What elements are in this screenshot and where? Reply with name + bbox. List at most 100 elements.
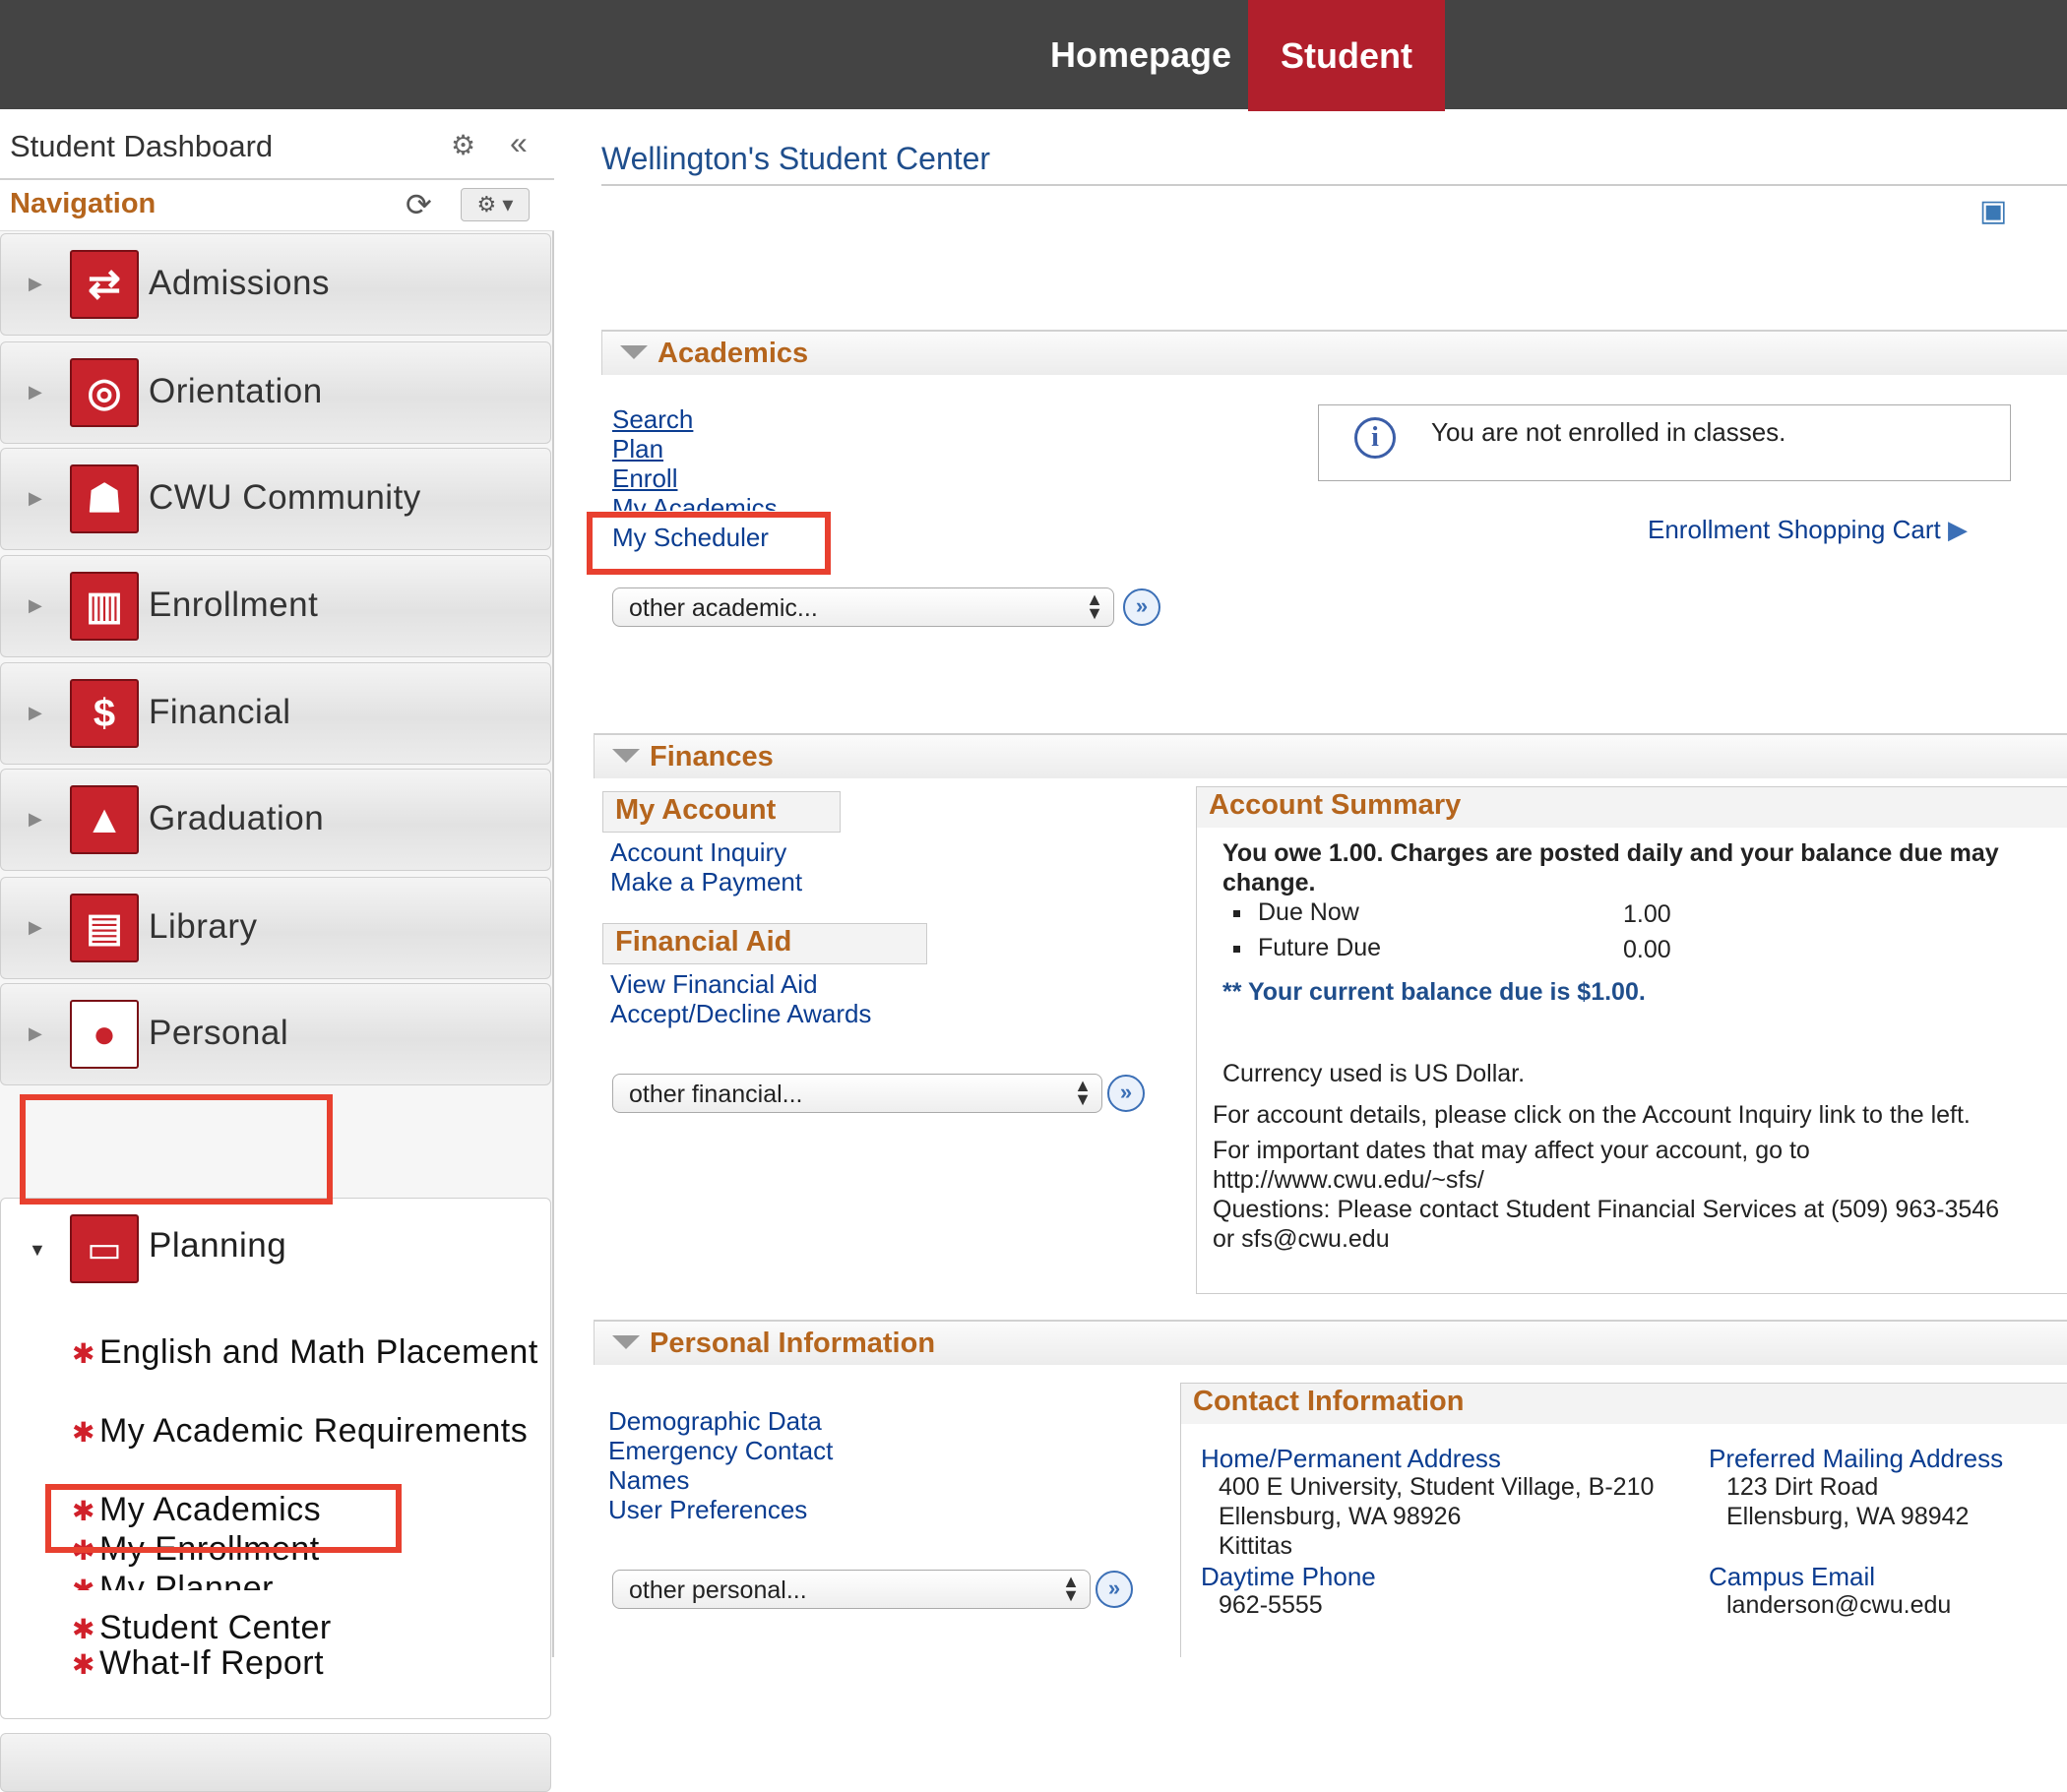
person-icon: ● [70, 1000, 139, 1069]
sfs-email-text: or sfs@cwu.edu [1213, 1225, 1390, 1253]
owe-text-cont: change. [1222, 869, 1316, 896]
plan-link[interactable]: Plan [612, 434, 663, 464]
important-dates-text: For important dates that may affect your… [1213, 1137, 1810, 1164]
tab-homepage[interactable]: Homepage [1034, 0, 1248, 109]
section-title: Finances [650, 741, 774, 772]
select-value: other personal... [629, 1576, 807, 1604]
sub-item-label: What-If Report [98, 1644, 325, 1679]
sidebar-item-label: Graduation [149, 799, 325, 837]
make-payment-link[interactable]: Make a Payment [610, 867, 802, 897]
refresh-icon[interactable]: ⟳ [406, 186, 432, 223]
accept-decline-awards-link[interactable]: Accept/Decline Awards [610, 999, 871, 1029]
my-academics-link[interactable]: My Academics [612, 493, 778, 511]
campus-email-link[interactable]: Campus Email [1709, 1562, 1875, 1592]
sidebar-item-label: Orientation [149, 372, 323, 410]
play-arrow-icon: ▶ [1947, 515, 1968, 544]
sub-item-my-academic-requirements[interactable]: ✱ My Academic Requirements [72, 1411, 528, 1452]
sidebar-item-personal[interactable]: ▶ ● Personal [0, 983, 551, 1085]
sub-item-english-math-placement[interactable]: ✱ English and Math Placement [72, 1332, 538, 1374]
enrollment-shopping-cart-link[interactable]: Enrollment Shopping Cart ▶ [1648, 515, 1968, 545]
sidebar-item-records[interactable] [0, 1733, 551, 1792]
navigation-options-button[interactable]: ⚙ ▾ [461, 188, 530, 221]
library-icon: ▤ [70, 894, 139, 962]
future-due-value: 0.00 [1623, 936, 1671, 963]
projector-icon[interactable]: ▣ [1979, 194, 2007, 228]
names-link[interactable]: Names [608, 1465, 689, 1496]
paw-icon: ✱ [72, 1417, 95, 1448]
daytime-phone-value: 962-5555 [1219, 1591, 1323, 1619]
expand-arrow-icon: ▶ [29, 809, 42, 829]
expand-arrow-icon: ▶ [29, 274, 42, 293]
collapse-triangle-icon [620, 345, 648, 359]
sidebar-item-label: Enrollment [149, 586, 319, 624]
search-link[interactable]: Search [612, 404, 693, 435]
sub-item-label: My Planner [98, 1570, 274, 1590]
page-title: Wellington's Student Center [601, 141, 991, 176]
enroll-link[interactable]: Enroll [612, 463, 677, 494]
select-value: other academic... [629, 594, 818, 622]
other-financial-select[interactable]: other financial... ▲ ▼ [612, 1074, 1102, 1113]
expand-arrow-icon: ▶ [29, 1023, 42, 1043]
settings-gear-icon[interactable]: ⚙ [451, 129, 475, 161]
enrollment-notice: i You are not enrolled in classes. [1318, 404, 2011, 481]
collapse-sidebar-icon[interactable]: « [510, 125, 528, 161]
bullet [1233, 945, 1240, 953]
emergency-contact-link[interactable]: Emergency Contact [608, 1436, 833, 1466]
view-financial-aid-link[interactable]: View Financial Aid [610, 969, 818, 1000]
other-personal-select[interactable]: other personal... ▲ ▼ [612, 1570, 1091, 1609]
dollar-icon: $ [70, 679, 139, 748]
sidebar-item-label: Personal [149, 1014, 289, 1052]
community-icon: ☗ [70, 464, 139, 533]
select-arrows-icon: ▲ ▼ [1086, 589, 1103, 623]
currency-text: Currency used is US Dollar. [1222, 1060, 1526, 1087]
sub-item-label: English and Math Placement [98, 1333, 538, 1371]
account-inquiry-link[interactable]: Account Inquiry [610, 837, 786, 868]
paw-icon: ✱ [72, 1649, 95, 1679]
academics-section-header[interactable]: Academics [601, 330, 2067, 375]
mailing-address-line1: 123 Dirt Road [1726, 1473, 1879, 1501]
sidebar-item-orientation[interactable]: ▶ ◎ Orientation [0, 341, 551, 444]
sidebar-item-library[interactable]: ▶ ▤ Library [0, 877, 551, 979]
sidebar-item-cwu-community[interactable]: ▶ ☗ CWU Community [0, 448, 551, 550]
sub-item-label: Student Center [98, 1609, 332, 1646]
select-arrows-icon: ▲ ▼ [1062, 1572, 1080, 1605]
sub-item-what-if-report[interactable]: ✱ What-If Report [72, 1643, 324, 1679]
sidebar-item-enrollment[interactable]: ▶ ▥ Enrollment [0, 555, 551, 657]
book-icon: ▥ [70, 572, 139, 641]
sidebar-item-admissions[interactable]: ▶ ⇄ Admissions [0, 233, 551, 336]
finances-section-header[interactable]: Finances [594, 733, 2067, 778]
collapse-triangle-icon [612, 1335, 640, 1349]
demographic-data-link[interactable]: Demographic Data [608, 1406, 822, 1437]
sidebar-item-financial[interactable]: ▶ $ Financial [0, 662, 551, 765]
personal-information-section-header[interactable]: Personal Information [594, 1320, 2067, 1365]
go-financial-button[interactable]: » [1107, 1075, 1145, 1112]
go-personal-button[interactable]: » [1096, 1571, 1133, 1608]
owe-text: You owe 1.00. Charges are posted daily a… [1222, 839, 1999, 867]
go-academic-button[interactable]: » [1123, 588, 1160, 626]
mailing-address-link[interactable]: Preferred Mailing Address [1709, 1444, 2003, 1474]
daytime-phone-link[interactable]: Daytime Phone [1201, 1562, 1376, 1592]
tab-student[interactable]: Student [1248, 0, 1445, 111]
sfs-url-text: http://www.cwu.edu/~sfs/ [1213, 1166, 1484, 1194]
other-academic-select[interactable]: other academic... ▲ ▼ [612, 587, 1114, 627]
home-address-line2: Ellensburg, WA 98926 [1219, 1503, 1462, 1530]
navigation-title: Navigation [10, 188, 157, 219]
sidebar-item-label: Financial [149, 693, 291, 731]
section-title: Academics [658, 338, 809, 369]
my-scheduler-link[interactable]: My Scheduler [612, 523, 769, 553]
folder-icon: ▭ [70, 1214, 139, 1283]
sidebar-item-graduation[interactable]: ▶ ▲ Graduation [0, 769, 551, 871]
sub-item-my-planner[interactable]: ✱ My Planner [72, 1569, 274, 1590]
main-content: Wellington's Student Center ▣ Academics … [554, 109, 2067, 1657]
home-address-line3: Kittitas [1219, 1532, 1293, 1560]
due-now-label: Due Now [1233, 898, 1359, 927]
sidebar-item-label: Admissions [149, 264, 330, 302]
sidebar-item-planning[interactable]: ▼ ▭ Planning ✱ English and Math Placement… [0, 1198, 551, 1719]
future-due-label: Future Due [1233, 934, 1381, 962]
select-arrows-icon: ▲ ▼ [1074, 1076, 1092, 1109]
due-now-value: 1.00 [1623, 900, 1671, 928]
expand-arrow-icon: ▶ [29, 595, 42, 615]
home-address-link[interactable]: Home/Permanent Address [1201, 1444, 1501, 1474]
current-balance-text: ** Your current balance due is $1.00. [1222, 978, 1646, 1006]
user-preferences-link[interactable]: User Preferences [608, 1495, 807, 1525]
